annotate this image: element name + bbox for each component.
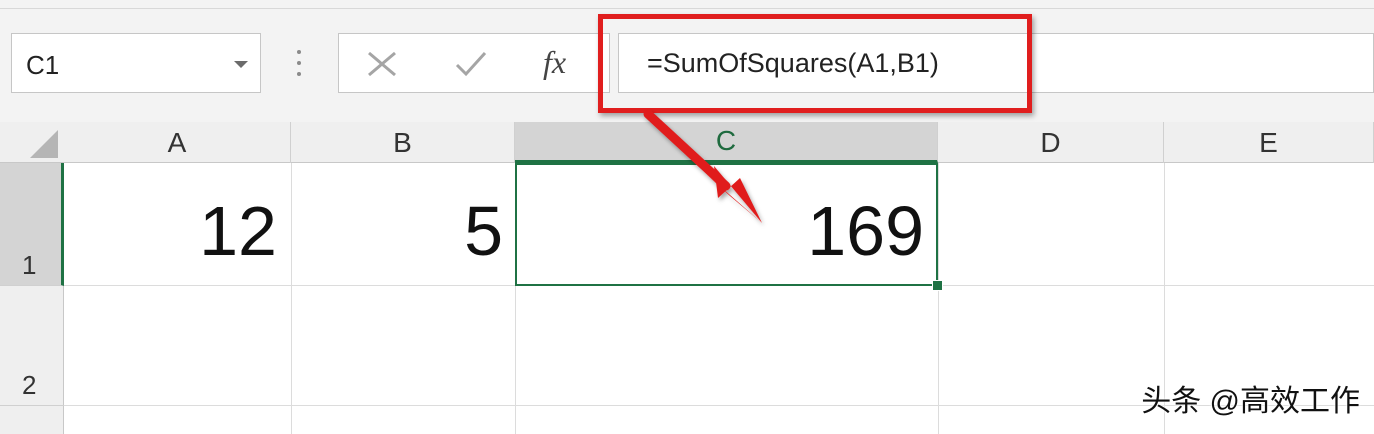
fill-handle[interactable]	[932, 280, 943, 291]
row-header-2[interactable]: 2	[0, 286, 64, 406]
annotation-arrow	[643, 109, 762, 223]
gridline	[938, 163, 939, 434]
cell-b1[interactable]: 5	[291, 163, 515, 285]
cancel-icon[interactable]	[365, 49, 399, 79]
column-header-e[interactable]: E	[1164, 122, 1374, 163]
column-header-d[interactable]: D	[938, 122, 1164, 163]
row-header-1-label: 1	[22, 250, 37, 280]
select-all-icon	[30, 130, 58, 158]
column-header-a[interactable]: A	[64, 122, 291, 163]
row-header-1[interactable]: 1	[0, 163, 64, 286]
grip-dot	[297, 50, 301, 54]
grip-dot	[297, 61, 301, 65]
grip-dot	[297, 72, 301, 76]
name-box-dropdown-icon[interactable]	[234, 61, 248, 68]
name-box[interactable]: C1	[11, 33, 261, 93]
column-header-b[interactable]: B	[291, 122, 515, 163]
watermark: 头条 @高效工作	[1141, 385, 1360, 418]
cell-a1-value: 12	[199, 192, 277, 270]
name-box-value: C1	[26, 50, 60, 80]
row-header-2-label: 2	[22, 370, 37, 400]
insert-function-icon[interactable]: fx	[543, 44, 566, 81]
cell-a1[interactable]: 12	[64, 163, 291, 285]
enter-icon[interactable]	[453, 49, 489, 79]
toolbar-divider	[0, 8, 1374, 9]
formula-buttons: fx	[338, 33, 610, 93]
formula-highlight-box	[598, 14, 1032, 113]
cell-b1-value: 5	[464, 192, 503, 270]
